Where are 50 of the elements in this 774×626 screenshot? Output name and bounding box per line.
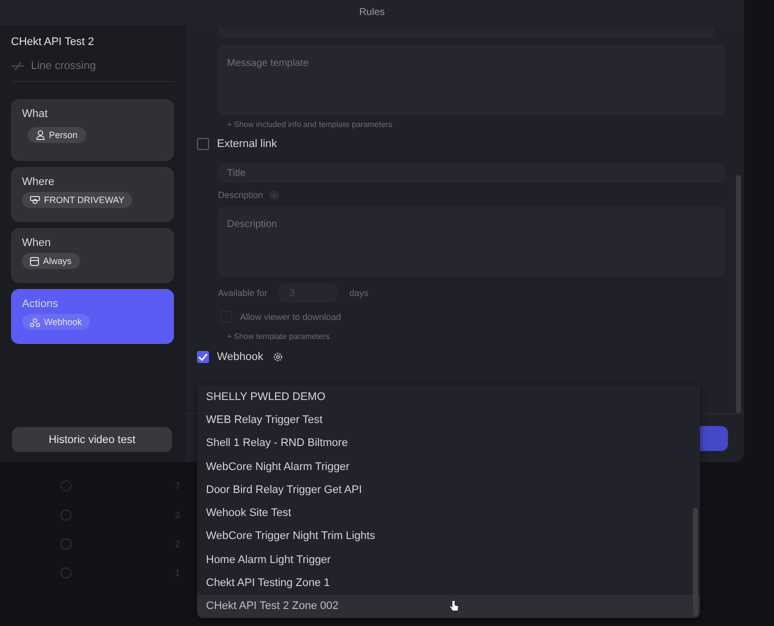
list-icon xyxy=(60,567,72,579)
camera-icon xyxy=(30,196,40,204)
webhook-icon xyxy=(30,318,40,326)
window-title: Rules xyxy=(359,7,385,18)
list-icon xyxy=(60,538,72,550)
dropdown-option[interactable]: CHekt API Test 2 Zone 002 xyxy=(197,594,700,618)
dropdown-option[interactable]: Shell 1 Relay - RND Biltmore xyxy=(197,432,700,455)
chip-label: Webhook xyxy=(44,317,82,327)
dropdown-option[interactable]: Wehook Site Test xyxy=(197,501,700,525)
placeholder-text: Title xyxy=(227,168,246,178)
placeholder-text: Description xyxy=(227,219,278,230)
download-label: Allow viewer to download xyxy=(240,312,342,322)
dropdown-option[interactable]: WEB Relay Trigger Test xyxy=(197,408,700,432)
rule-name: CHekt API Test 2 xyxy=(11,36,95,48)
step-card[interactable]: What Person xyxy=(11,99,174,161)
line-crossing-icon xyxy=(11,61,25,71)
trigger-label: Line crossing xyxy=(31,60,96,72)
person-icon xyxy=(36,130,45,140)
scrollbar[interactable] xyxy=(736,175,741,413)
dropdown-option[interactable]: Door Bird Relay Trigger Get API xyxy=(197,478,700,502)
hand-cursor-icon xyxy=(449,599,459,612)
dropdown-option[interactable]: WebCore Trigger Night Trim Lights xyxy=(197,524,700,548)
description-label: Description xyxy=(218,190,264,200)
webhook-checkbox[interactable] xyxy=(197,351,209,363)
list-icon xyxy=(60,509,72,521)
webhook-label: Webhook xyxy=(217,351,264,363)
step-card[interactable]: Where FRONT DRIVEWAY xyxy=(11,167,174,222)
chip-label: Person xyxy=(49,130,78,140)
settings-icon[interactable] xyxy=(273,352,284,362)
step-label: Where xyxy=(22,176,56,188)
dropdown-option[interactable]: SHELLY PWLED DEMO xyxy=(197,385,700,408)
dropdown-option[interactable]: WebCore Night Alarm Trigger xyxy=(197,454,700,478)
external-link-label: External link xyxy=(217,138,277,150)
list-icon xyxy=(60,480,72,492)
days-label: days xyxy=(349,288,368,298)
placeholder-text: Message template xyxy=(227,58,309,69)
dropdown-option[interactable]: Home Alarm Light Trigger xyxy=(197,548,700,572)
step-card[interactable]: When Always xyxy=(11,228,174,283)
dropdown-option[interactable]: Chekt API Testing Zone 1 xyxy=(197,571,700,595)
scrollbar[interactable] xyxy=(693,508,698,616)
step-label: What xyxy=(22,108,49,120)
calendar-icon xyxy=(30,256,39,266)
step-label: Actions xyxy=(22,298,60,310)
step-label: When xyxy=(22,237,52,249)
available-label: Available for xyxy=(218,288,268,298)
chip-label: Always xyxy=(43,256,72,266)
external-link-checkbox[interactable] xyxy=(197,138,209,150)
historic-video-button[interactable]: Historic video test xyxy=(12,427,172,452)
info-icon xyxy=(269,190,280,200)
chip-label: FRONT DRIVEWAY xyxy=(44,195,124,205)
